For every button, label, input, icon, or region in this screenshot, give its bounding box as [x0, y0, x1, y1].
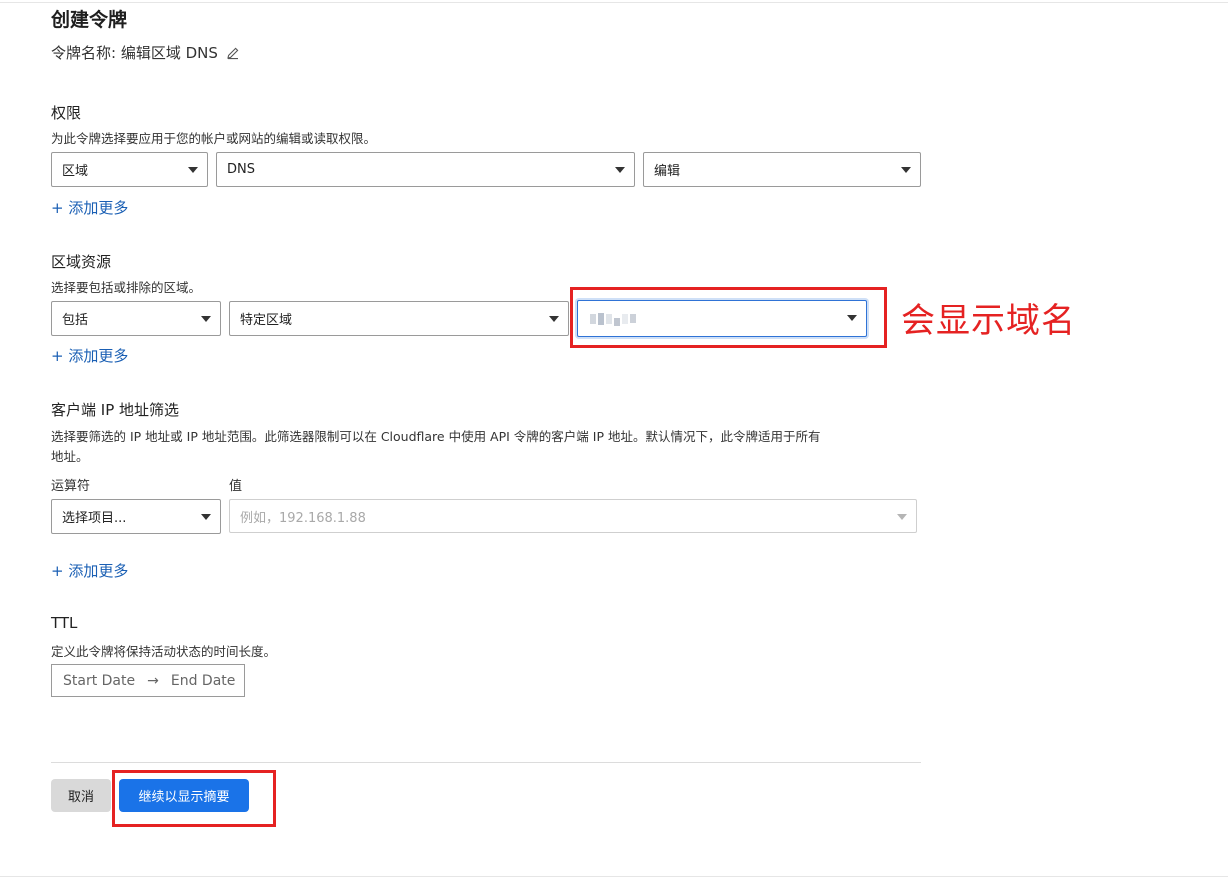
client-ip-add-more-link[interactable]: + 添加更多 — [51, 560, 128, 581]
chevron-down-icon — [615, 167, 625, 173]
start-date-input[interactable]: Start Date — [63, 673, 135, 689]
permission-scope-value: 区域 — [62, 164, 89, 179]
chevron-down-icon — [201, 514, 211, 520]
chevron-down-icon — [901, 167, 911, 173]
permission-resource-value: DNS — [227, 162, 255, 177]
client-ip-description-line1: 选择要筛选的 IP 地址或 IP 地址范围。此筛选器限制可以在 Cloudfla… — [51, 429, 821, 444]
annotation-highlight-box — [570, 287, 887, 348]
top-divider — [0, 2, 1228, 3]
chevron-down-icon — [188, 167, 198, 173]
ttl-date-range-picker[interactable]: Start Date → End Date — [51, 664, 245, 697]
zone-resources-description: 选择要包括或排除的区域。 — [51, 280, 202, 295]
chevron-down-icon — [549, 316, 559, 322]
chevron-down-icon — [897, 514, 907, 520]
client-ip-description-line2: 地址。 — [51, 449, 89, 464]
permission-scope-select[interactable]: 区域 — [51, 152, 208, 187]
bottom-divider — [0, 876, 1228, 877]
zone-include-value: 包括 — [62, 313, 89, 328]
zone-resources-heading: 区域资源 — [51, 253, 112, 271]
permission-resource-select[interactable]: DNS — [216, 152, 635, 187]
annotation-highlight-box — [112, 770, 276, 827]
permissions-add-more-link[interactable]: + 添加更多 — [51, 197, 128, 218]
client-ip-heading: 客户端 IP 地址筛选 — [51, 401, 180, 419]
permissions-heading: 权限 — [51, 104, 82, 122]
annotation-text: 会显示域名 — [901, 301, 1076, 341]
token-name-row: 令牌名称: 编辑区域 DNS — [51, 42, 240, 63]
ip-value-placeholder: 例如，192.168.1.88 — [240, 510, 366, 526]
zone-include-select[interactable]: 包括 — [51, 301, 221, 336]
operator-label: 运算符 — [51, 479, 91, 494]
zone-type-value: 特定区域 — [240, 313, 293, 328]
ttl-heading: TTL — [51, 614, 78, 632]
ip-value-input[interactable]: 例如，192.168.1.88 — [229, 499, 917, 533]
actions-divider — [51, 762, 921, 763]
cancel-button[interactable]: 取消 — [51, 779, 111, 812]
arrow-right-icon: → — [147, 672, 159, 689]
permissions-description: 为此令牌选择要应用于您的帐户或网站的编辑或读取权限。 — [51, 131, 377, 146]
token-name-label: 令牌名称: 编辑区域 DNS — [51, 44, 218, 62]
permission-access-select[interactable]: 编辑 — [643, 152, 921, 187]
operator-select[interactable]: 选择项目... — [51, 499, 221, 534]
value-label: 值 — [229, 479, 243, 494]
ttl-description: 定义此令牌将保持活动状态的时间长度。 — [51, 644, 277, 659]
permission-access-value: 编辑 — [654, 164, 681, 179]
page-title: 创建令牌 — [51, 9, 128, 31]
zone-type-select[interactable]: 特定区域 — [229, 301, 569, 336]
operator-select-value: 选择项目... — [62, 511, 127, 526]
end-date-input[interactable]: End Date — [171, 673, 236, 689]
zone-add-more-link[interactable]: + 添加更多 — [51, 345, 128, 366]
edit-pencil-icon[interactable] — [226, 46, 240, 60]
chevron-down-icon — [201, 316, 211, 322]
